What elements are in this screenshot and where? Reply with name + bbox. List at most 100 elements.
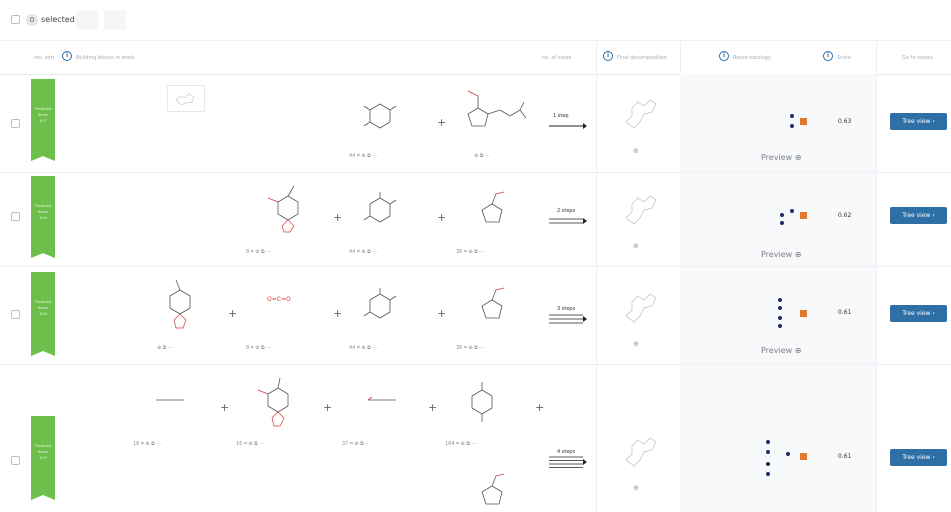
row-checkbox[interactable] (11, 310, 20, 319)
magnifier-icon[interactable]: ⊕ (633, 147, 639, 155)
route-node (778, 324, 782, 328)
preview-label: Preview (761, 346, 793, 355)
route-node (766, 472, 770, 476)
ribbon-line: #18 (39, 216, 47, 220)
molecule-thumbnail-icon (175, 93, 195, 106)
info-icon[interactable]: i (719, 51, 729, 61)
building-block-tools[interactable]: 37 ⌗ ⊕ ⧉ ··· (342, 440, 370, 448)
toolbar-action-button-1[interactable] (76, 10, 98, 30)
column-header-row: rec. sort i Building blocks in stock no.… (0, 40, 951, 112)
ribbon-line: Route (37, 306, 49, 310)
tree-view-button[interactable]: Tree view › (890, 449, 947, 466)
building-block-tools[interactable]: 36 ⌗ ⊕ ⧉ ··· (456, 344, 484, 352)
ribbon-line: Predicted (34, 107, 52, 111)
row-divider (0, 364, 951, 365)
selection-toolbar: 0 selected (0, 0, 951, 41)
route-node (780, 221, 784, 225)
magnifier-icon[interactable]: ⊕ (633, 242, 639, 250)
building-block-tools[interactable]: 16 ⌗ ⊕ ⧉ ··· (236, 440, 264, 448)
route-target-node (800, 310, 807, 317)
ribbon-line: #28 (39, 312, 47, 316)
target-molecule-thumbnail[interactable] (167, 85, 205, 112)
tree-view-button[interactable]: Tree view › (890, 207, 947, 224)
route-target-node (800, 453, 807, 460)
chevron-right-icon: › (932, 212, 935, 219)
reactions-header: no. of steps (542, 55, 572, 61)
building-block-tools[interactable]: 44 ⌗ ⊕ ⧉ ··· (349, 152, 377, 160)
route-node (790, 114, 794, 118)
magnifier-icon: ⊕ (794, 250, 802, 259)
building-block-structure (156, 399, 184, 401)
predicted-route-ribbon: Predicted Route #17 (31, 79, 55, 161)
predicted-route-ribbon: Predicted Route #18 (31, 176, 55, 258)
building-block-tools[interactable]: 44 ⌗ ⊕ ⧉ ··· (349, 248, 377, 256)
ribbon-line: Predicted (34, 444, 52, 448)
predicted-route-ribbon: Predicted Route #28 (31, 272, 55, 356)
route-target-node (800, 118, 807, 125)
reaction-arrow-icon (549, 314, 587, 324)
row-checkbox[interactable] (11, 119, 20, 128)
preview-link[interactable]: Preview ⊕ (761, 153, 801, 163)
tree-view-button[interactable]: Tree view › (890, 305, 947, 322)
building-blocks-header: Building blocks in stock (76, 55, 135, 61)
building-block-tools[interactable]: ⊕ ⧉ ··· (157, 344, 173, 352)
ribbon-line: Route (37, 450, 49, 454)
magnifier-icon[interactable]: ⊕ (633, 340, 639, 348)
magnifier-icon: ⊕ (794, 153, 802, 162)
building-block-tools[interactable]: 164 ⌗ ⊕ ⧉ ··· (445, 440, 476, 448)
sort-label[interactable]: rec. sort (34, 54, 55, 62)
ribbon-line: Route (37, 113, 49, 117)
route-node (778, 298, 782, 302)
info-icon[interactable]: i (603, 51, 613, 61)
route-target-node (800, 212, 807, 219)
ribbon-line: Predicted (34, 204, 52, 208)
route-score: 0.61 (838, 453, 852, 460)
building-block-structure (367, 396, 396, 401)
building-block-tools[interactable]: 44 ⌗ ⊕ ⧉ ··· (349, 344, 377, 352)
chevron-right-icon: › (932, 454, 935, 461)
select-all-checkbox[interactable] (11, 15, 20, 24)
chevron-right-icon: › (932, 118, 935, 125)
tree-view-label: Tree view (902, 118, 931, 125)
predicted-route-ribbon: Predicted Route #35 (31, 416, 55, 500)
building-block-structure (467, 90, 527, 127)
final-molecule-structure (625, 293, 657, 323)
plus-sign: + (428, 401, 438, 414)
row-checkbox[interactable] (11, 212, 20, 221)
info-icon[interactable]: i (823, 51, 833, 61)
magnifier-icon[interactable]: ⊕ (633, 484, 639, 492)
tree-view-label: Tree view (902, 454, 931, 461)
route-score: 0.61 (838, 309, 852, 316)
building-block-structure (257, 377, 289, 427)
reaction-arrow-icon (549, 218, 587, 224)
plus-sign: + (437, 116, 447, 129)
row-checkbox[interactable] (11, 456, 20, 465)
building-block-tools[interactable]: 8 ⌗ ⊕ ⧉ ··· (246, 344, 271, 352)
steps-label: 3 steps (557, 306, 576, 312)
route-score: 0.63 (838, 118, 852, 125)
building-block-structure (363, 103, 397, 129)
route-topology-header: Route topology (733, 55, 771, 61)
building-block-structure (267, 185, 299, 233)
score-header[interactable]: Score (837, 54, 851, 62)
building-block-tools[interactable]: ⊕ ⧉ ··· (474, 152, 490, 160)
building-block-tools[interactable]: 8 ⌗ ⊕ ⧉ ··· (246, 248, 271, 256)
building-block-tools[interactable]: 16 ⌗ ⊕ ⧉ ··· (133, 440, 161, 448)
column-divider (596, 40, 597, 512)
building-block-tools[interactable]: 36 ⌗ ⊕ ⧉ ··· (456, 248, 484, 256)
toolbar-action-button-2[interactable] (104, 10, 126, 30)
preview-link[interactable]: Preview ⊕ (761, 346, 801, 356)
row-divider (0, 266, 951, 267)
selected-count-badge: 0 (26, 14, 38, 26)
building-block-structure (363, 192, 397, 223)
route-node (790, 209, 794, 213)
plus-sign: + (437, 307, 447, 320)
final-molecule-structure (625, 99, 657, 129)
reaction-arrow-icon (549, 123, 587, 129)
route-node (778, 306, 782, 310)
route-node (780, 213, 784, 217)
tree-view-button[interactable]: Tree view › (890, 113, 947, 130)
plus-sign: + (437, 211, 447, 224)
info-icon[interactable]: i (62, 51, 72, 61)
preview-link[interactable]: Preview ⊕ (761, 250, 801, 260)
